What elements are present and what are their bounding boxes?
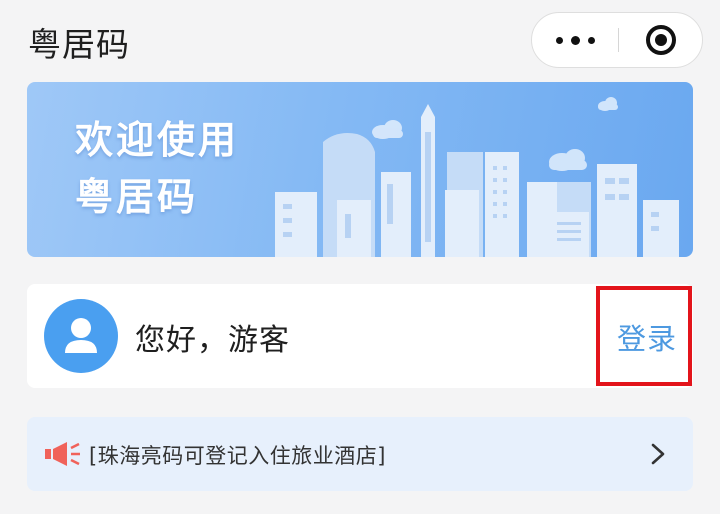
- banner-title: 欢迎使用 粤居码: [75, 112, 239, 226]
- welcome-banner: 欢迎使用 粤居码: [27, 82, 693, 257]
- top-bar: 粤居码: [0, 0, 720, 80]
- target-circle-icon[interactable]: [619, 13, 703, 67]
- banner-line-2: 粤居码: [75, 175, 199, 219]
- notice-bar[interactable]: [珠海亮码可登记入住旅业酒店]: [27, 417, 693, 491]
- user-card: 您好，游客 登录: [27, 284, 693, 388]
- page-title: 粤居码: [28, 25, 130, 64]
- speaker-icon: [45, 442, 80, 466]
- chevron-right-icon[interactable]: [651, 443, 665, 465]
- login-highlight-box: [596, 286, 692, 386]
- more-dots-icon[interactable]: [532, 13, 618, 67]
- greeting-text: 您好，游客: [135, 323, 290, 358]
- person-icon: [44, 299, 118, 373]
- banner-line-1: 欢迎使用: [75, 118, 240, 162]
- notice-text: [珠海亮码可登记入住旅业酒店]: [89, 444, 386, 468]
- mini-program-capsule: [531, 12, 703, 68]
